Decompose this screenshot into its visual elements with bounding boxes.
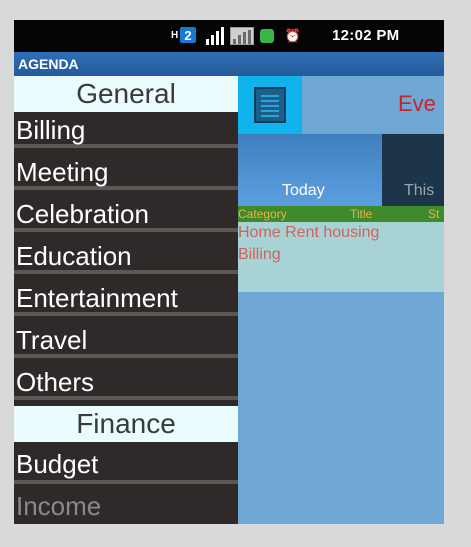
tab-today[interactable]: Today [238,134,382,206]
drawer-item-celebration[interactable]: Celebration [14,196,238,232]
battery-icon [260,29,274,43]
table-row[interactable]: Home Rent housing Billing [238,222,444,292]
drawer-item-others[interactable]: Others [14,364,238,400]
drawer-item-education[interactable]: Education [14,238,238,274]
tab-label: This [404,182,435,199]
drawer-item-travel[interactable]: Travel [14,322,238,358]
events-title: Eve [398,91,436,116]
navigation-drawer[interactable]: General Billing Meeting Celebration Educ… [14,76,238,524]
alarm-icon: ⏰ [284,28,302,43]
tab-this[interactable]: This [382,134,444,206]
status-bar: H 2 ⏰ 12:02 PM [14,20,444,52]
drawer-item-budget[interactable]: Budget [14,446,238,484]
drawer-item-billing[interactable]: Billing [14,112,238,148]
tab-label: Today [282,182,325,199]
column-header-status: St [428,207,440,221]
signal-icon [206,27,226,45]
row-category-line2: Billing [238,246,281,263]
signal-icon [230,27,254,45]
app-title-bar: AGENDA [14,52,444,76]
column-header-category: Category [238,207,287,221]
phone-screen: H 2 ⏰ 12:02 PM AGENDA General Billing Me… [14,20,444,524]
events-header: Eve [302,76,444,134]
status-time: 12:02 PM [332,27,400,44]
drawer-item-meeting[interactable]: Meeting [14,154,238,190]
main-content: Eve Today This Category Title St Home Re… [238,76,444,524]
menu-button[interactable] [238,76,302,134]
drawer-item-income[interactable]: Income [14,488,238,524]
drawer-item-entertainment[interactable]: Entertainment [14,280,238,316]
drawer-section-header: Finance [14,406,238,442]
tab-bar: Today This [238,134,444,206]
column-header-title: Title [350,207,373,221]
drawer-section-header: General [14,76,238,112]
table-header: Category Title St [238,206,444,222]
list-icon [254,87,286,123]
network-type-label: H [171,30,179,41]
sim-badge: 2 [180,27,196,43]
row-category: Home Rent housing [238,224,380,241]
